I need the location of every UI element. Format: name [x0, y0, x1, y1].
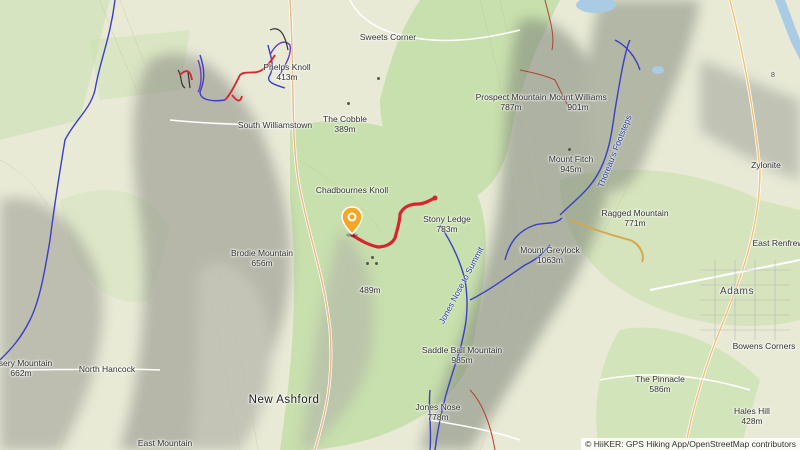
peak-marker — [366, 262, 369, 265]
place-brodie-mountain: Brodie Mountain 656m — [231, 248, 293, 268]
place-chadbournes-knoll: Chadbournes Knoll — [315, 185, 389, 195]
place-phelps-knoll: Phelps Knoll 413m — [263, 62, 311, 82]
route-end-marker — [432, 195, 438, 201]
place-the-pinnacle: The Pinnacle 586m — [635, 374, 685, 394]
place-mount-williams: Mount Williams 901m — [549, 92, 607, 112]
peak-marker — [347, 102, 350, 105]
peak-marker — [377, 77, 380, 80]
peak-marker — [568, 148, 571, 151]
place-peak-489: 489m — [359, 285, 381, 295]
place-the-cobble: The Cobble 389m — [323, 114, 367, 134]
peak-marker — [371, 256, 374, 259]
map-attribution[interactable]: © HiiKER: GPS Hiking App/OpenStreetMap c… — [581, 438, 800, 450]
place-zylonite: Zylonite — [751, 160, 781, 170]
place-stony-ledge: Stony Ledge 783m — [423, 214, 471, 234]
map-pin-icon[interactable] — [341, 206, 363, 238]
place-prospect-mountain: Prospect Mountain 787m — [475, 92, 547, 112]
place-mount-greylock: Mount Greylock 1063m — [520, 245, 580, 265]
place-hales-hill: Hales Hill 428m — [734, 406, 770, 426]
place-jones-nose: Jones Nose 778m — [415, 402, 461, 422]
place-east-mountain: East Mountain — [137, 438, 193, 448]
place-bowens-corners: Bowens Corners — [732, 341, 796, 351]
route-number-8: 8 — [771, 72, 775, 79]
place-north-hancock: North Hancock — [78, 364, 136, 374]
place-east-renfrew: East Renfrew — [752, 238, 800, 248]
place-saddle-ball-mountain: Saddle Ball Mountain 985m — [421, 345, 503, 365]
town-new-ashford: New Ashford — [248, 394, 320, 406]
town-adams: Adams — [719, 286, 755, 297]
place-south-williamstown: South Williamstown — [237, 120, 313, 130]
place-ragged-mountain: Ragged Mountain 771m — [601, 208, 669, 228]
peak-marker — [375, 262, 378, 265]
map-view[interactable]: Sweets Corner Phelps Knoll 413m South Wi… — [0, 0, 800, 450]
place-misery-mountain: Misery Mountain 662m — [0, 358, 53, 378]
place-sweets-corner: Sweets Corner — [359, 32, 417, 42]
place-mount-fitch: Mount Fitch 945m — [548, 154, 594, 174]
